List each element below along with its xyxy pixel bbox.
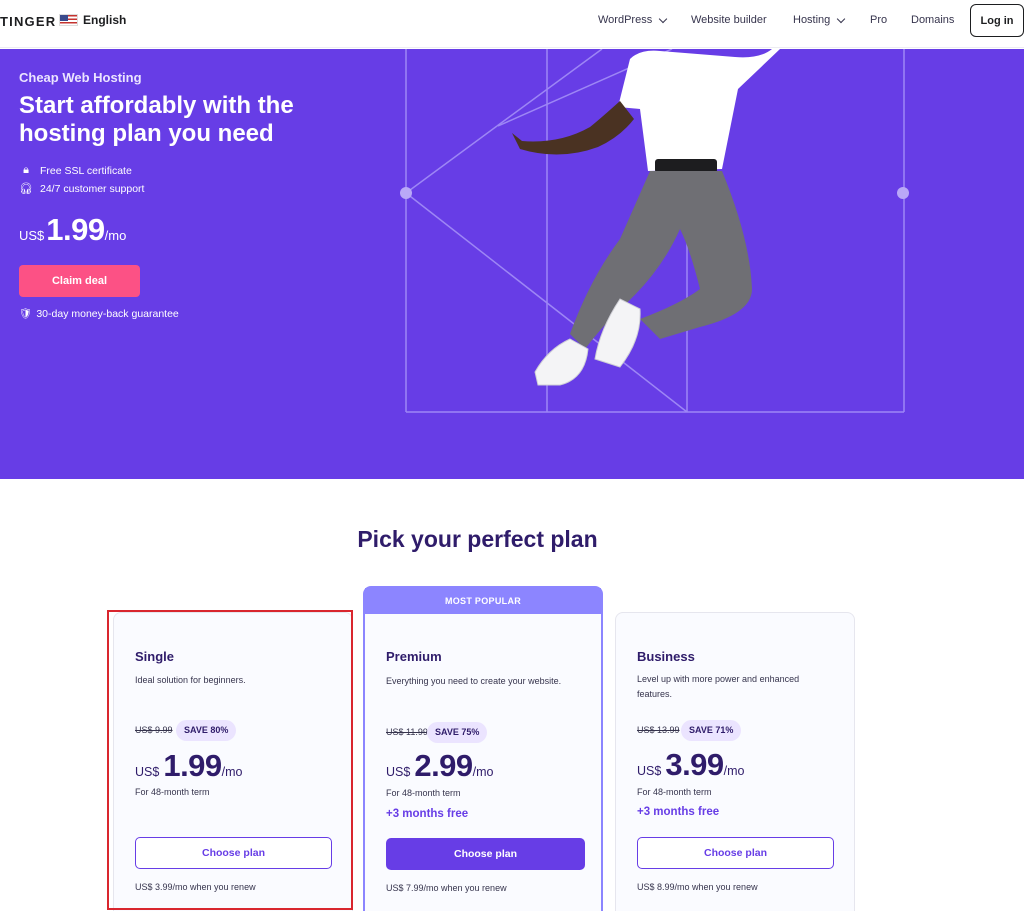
plan-term: For 48-month term	[637, 787, 712, 797]
plan-description: Everything you need to create your websi…	[386, 676, 562, 686]
plan-old-price: US$ 11.99	[386, 727, 428, 737]
nav-wordpress[interactable]: WordPress	[598, 14, 668, 26]
node-dot	[400, 187, 412, 199]
hero-price-currency: US$	[19, 228, 45, 243]
feature-ssl: 🔒︎ Free SSL certificate	[19, 164, 132, 177]
plan-name: Premium	[386, 649, 442, 664]
plan-price-period: /mo	[221, 765, 243, 779]
hero-banner: Cheap Web Hosting Start affordably with …	[0, 49, 1024, 479]
plan-price-currency: US$	[135, 765, 160, 779]
shield-check-icon: 🛡︎	[19, 308, 33, 320]
nav-pro[interactable]: Pro	[870, 14, 887, 26]
choose-plan-button[interactable]: Choose plan	[135, 837, 332, 869]
plan-price-currency: US$	[637, 764, 662, 778]
plan-price: US$ 3.99 /mo	[637, 747, 745, 783]
plan-price: US$ 2.99 /mo	[386, 748, 494, 784]
plan-price-amount: 2.99	[414, 748, 473, 783]
plan-old-price: US$ 9.99	[135, 725, 173, 735]
brand-logo[interactable]: TINGER	[0, 14, 56, 29]
guarantee-label: 30-day money-back guarantee	[36, 307, 179, 320]
language-selector[interactable]: English	[59, 13, 126, 27]
plan-name: Single	[135, 649, 175, 664]
plan-card-single: Single Ideal solution for beginners. US$…	[113, 612, 353, 911]
plan-save-badge: SAVE 75%	[427, 722, 488, 743]
plan-renew-price: US$ 8.99/mo when you renew	[637, 882, 758, 892]
jumping-person-image	[512, 49, 780, 386]
plan-save-badge: SAVE 80%	[176, 720, 237, 741]
plan-price-period: /mo	[472, 765, 494, 779]
hero-price-amount: 1.99	[46, 212, 105, 247]
claim-deal-button[interactable]: Claim deal	[19, 265, 140, 297]
plans-section-title: Pick your perfect plan	[357, 526, 598, 552]
money-back-guarantee: 🛡︎ 30-day money-back guarantee	[19, 307, 179, 321]
node-dot	[897, 187, 909, 199]
nav-domains-label: Domains	[911, 14, 955, 26]
plan-price-amount: 1.99	[163, 748, 222, 783]
choose-plan-button[interactable]: Choose plan	[386, 838, 585, 870]
plan-card-business: Business Level up with more power and en…	[615, 612, 855, 911]
plan-term: For 48-month term	[386, 788, 461, 798]
feature-ssl-label: Free SSL certificate	[40, 164, 132, 177]
hero-price-period: /mo	[104, 228, 127, 243]
plan-bonus: +3 months free	[637, 806, 720, 818]
plan-old-price: US$ 13.99	[637, 725, 680, 735]
plan-term: For 48-month term	[135, 787, 210, 797]
chevron-down-icon	[837, 14, 846, 23]
hero-title: Start affordably with the hosting plan y…	[19, 92, 294, 147]
plan-card-premium: MOST POPULAR Premium Everything you need…	[363, 586, 603, 911]
feature-support-label: 24/7 customer support	[40, 182, 145, 195]
hero-price: US$ 1.99 /mo	[19, 212, 126, 248]
nav-website-builder[interactable]: Website builder	[691, 14, 767, 26]
plan-name: Business	[637, 649, 695, 664]
nav-wordpress-label: WordPress	[598, 14, 653, 26]
chevron-down-icon	[658, 14, 668, 23]
us-flag-icon	[59, 14, 78, 26]
choose-plan-button[interactable]: Choose plan	[637, 837, 834, 869]
feature-support: 🎧︎ 24/7 customer support	[19, 182, 145, 196]
plan-price-amount: 3.99	[665, 747, 724, 782]
nav-domains[interactable]: Domains	[911, 14, 954, 26]
nav-website-builder-label: Website builder	[691, 14, 767, 26]
plan-description: Ideal solution for beginners.	[135, 675, 246, 685]
plan-renew-price: US$ 3.99/mo when you renew	[135, 882, 256, 892]
most-popular-badge: MOST POPULAR	[365, 588, 601, 614]
lock-icon: 🔒︎	[23, 164, 29, 176]
plan-renew-price: US$ 7.99/mo when you renew	[386, 883, 507, 893]
plan-price: US$ 1.99 /mo	[135, 748, 243, 784]
plan-price-currency: US$	[386, 765, 411, 779]
hero-eyebrow: Cheap Web Hosting	[19, 70, 142, 85]
site-header: TINGER English WordPress Website builder…	[0, 0, 1024, 48]
nav-hosting-label: Hosting	[793, 14, 831, 26]
language-label: English	[83, 13, 127, 27]
headset-icon: 🎧︎	[19, 183, 33, 195]
nav-hosting[interactable]: Hosting	[793, 14, 846, 26]
plan-description: Level up with more power and enhanced fe…	[637, 674, 800, 699]
plan-price-period: /mo	[723, 764, 745, 778]
nav-pro-label: Pro	[870, 14, 888, 26]
plan-bonus: +3 months free	[386, 808, 469, 820]
login-button[interactable]: Log in	[970, 4, 1024, 37]
plan-save-badge: SAVE 71%	[681, 720, 742, 741]
